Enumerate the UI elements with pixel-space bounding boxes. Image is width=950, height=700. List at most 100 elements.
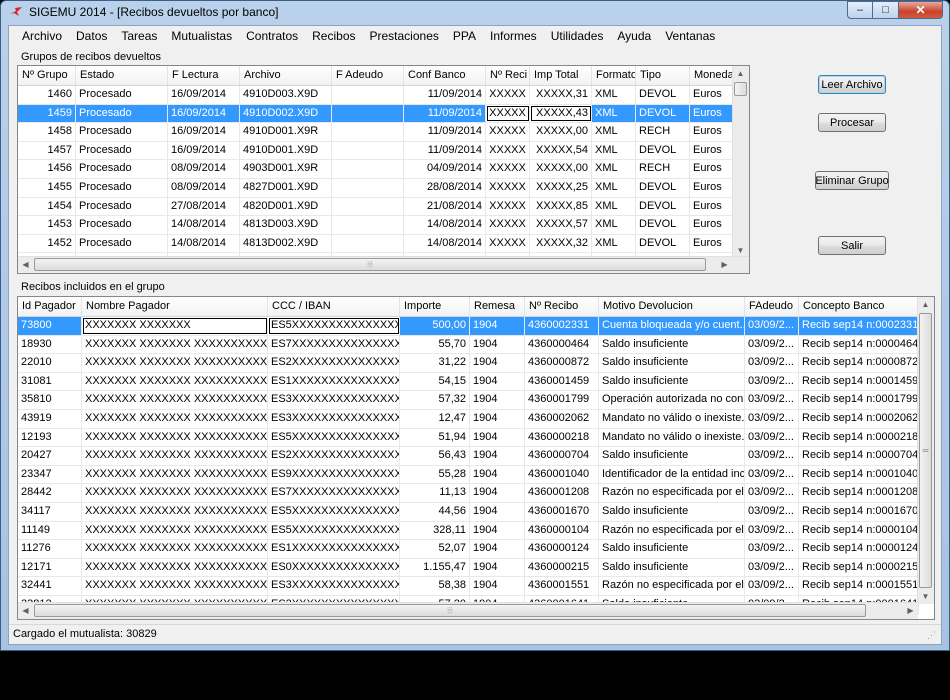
recibos-cell[interactable]: XXXXXXX XXXXXXX XXXXXXXXXX — [82, 465, 268, 484]
scroll-thumb[interactable] — [734, 82, 747, 96]
recibos-cell[interactable]: ES3XXXXXXXXXXXXXXX — [268, 409, 400, 428]
groups-cell[interactable]: 14/08/2014 — [404, 216, 486, 234]
recibos-cell[interactable]: 4360001799 — [525, 391, 599, 409]
recibos-cell[interactable]: 03/09/2... — [745, 558, 799, 577]
recibos-cell[interactable]: 1904 — [470, 558, 525, 577]
recibos-cell[interactable]: 03/09/2... — [745, 577, 799, 595]
groups-cell[interactable]: 14/08/2014 — [168, 234, 240, 253]
groups-cell[interactable]: 1452 — [18, 234, 76, 253]
groups-cell[interactable]: Procesado — [76, 160, 168, 178]
recibos-table-row[interactable]: 22010 XXXXXXX XXXXXXX XXXXXXXXXX ES2XXXXXX… — [18, 354, 919, 373]
recibos-cell[interactable]: 57,32 — [400, 391, 470, 409]
groups-cell[interactable]: XXXXX — [486, 104, 530, 123]
groups-cell[interactable]: 11/09/2014 — [404, 141, 486, 160]
recibos-column-header[interactable]: Remesa — [470, 297, 525, 316]
groups-cell[interactable]: XXXXX — [486, 234, 530, 253]
groups-cell[interactable]: Procesado — [76, 216, 168, 234]
groups-cell[interactable]: XML — [592, 216, 636, 234]
groups-cell[interactable] — [332, 141, 404, 160]
recibos-cell[interactable]: 03/09/2... — [745, 409, 799, 428]
recibos-cell[interactable]: 52,07 — [400, 540, 470, 558]
recibos-cell[interactable]: 1904 — [470, 391, 525, 409]
groups-cell[interactable] — [332, 197, 404, 216]
groups-vertical-scrollbar[interactable]: ▲ ▼ — [732, 66, 749, 258]
recibos-cell[interactable]: 32441 — [18, 577, 82, 595]
groups-cell[interactable]: Procesado — [76, 178, 168, 197]
recibos-cell[interactable]: 20427 — [18, 447, 82, 465]
groups-cell[interactable]: XML — [592, 234, 636, 253]
recibos-table-row[interactable]: 11276 XXXXXXX XXXXXXX XXXXXXXXXX ES1XXXXXX… — [18, 540, 919, 559]
recibos-column-header[interactable]: Concepto Banco — [799, 297, 919, 316]
menu-prestaciones[interactable]: Prestaciones — [363, 26, 446, 46]
recibos-cell[interactable]: Saldo insuficiente — [599, 540, 745, 558]
menu-contratos[interactable]: Contratos — [239, 26, 305, 46]
groups-cell[interactable]: DEVOL — [636, 197, 690, 216]
recibos-cell[interactable]: 1904 — [470, 447, 525, 465]
groups-cell[interactable]: 4903D001.X9R — [240, 160, 332, 178]
recibos-cell[interactable]: 03/09/2... — [745, 447, 799, 465]
groups-cell[interactable]: 11/09/2014 — [404, 104, 486, 123]
groups-cell[interactable]: Euros — [690, 160, 735, 178]
recibos-column-header[interactable]: Nombre Pagador — [82, 297, 268, 316]
groups-cell[interactable]: XXXXX,00 — [530, 123, 592, 141]
recibos-cell[interactable]: Mandato no válido o inexiste... — [599, 428, 745, 447]
groups-column-header[interactable]: Archivo — [240, 66, 332, 85]
recibos-cell[interactable]: 55,70 — [400, 335, 470, 354]
recibos-cell[interactable]: Recib sep14 n:0002062 V — [799, 409, 919, 428]
groups-cell[interactable]: XXXXX,85 — [530, 197, 592, 216]
recibos-cell[interactable]: 500,00 — [400, 317, 470, 335]
recibos-cell[interactable]: XXXXXXX XXXXXXX XXXXXXXXXX — [82, 372, 268, 391]
recibos-cell[interactable]: Recib sep14 n:0000215 V — [799, 558, 919, 577]
menu-mutualistas[interactable]: Mutualistas — [164, 26, 239, 46]
groups-cell[interactable]: XXXXX,54 — [530, 141, 592, 160]
groups-cell[interactable]: XXXXX,25 — [530, 178, 592, 197]
recibos-cell[interactable]: Recib sep14 n:0000104 V — [799, 521, 919, 540]
groups-column-header[interactable]: Nº Reci — [486, 66, 530, 85]
groups-cell[interactable]: Euros — [690, 178, 735, 197]
recibos-cell[interactable]: Razón no especificada por el... — [599, 521, 745, 540]
groups-cell[interactable]: Procesado — [76, 86, 168, 104]
recibos-cell[interactable]: 1904 — [470, 372, 525, 391]
recibos-cell[interactable]: 23347 — [18, 465, 82, 484]
recibos-table-row[interactable]: 32441 XXXXXXX XXXXXXX XXXXXXXXXX ES3XXXXXX… — [18, 577, 919, 596]
groups-cell[interactable]: RECH — [636, 160, 690, 178]
recibos-table-row[interactable]: 12171 XXXXXXX XXXXXXX XXXXXXXXXX ES0XXXXXX… — [18, 558, 919, 578]
recibos-cell[interactable]: 03/09/2... — [745, 317, 799, 335]
recibos-cell[interactable]: Recib sep14 n:0000872 V — [799, 354, 919, 372]
groups-column-header[interactable]: F Lectura — [168, 66, 240, 85]
recibos-cell[interactable]: Saldo insuficiente — [599, 354, 745, 372]
recibos-cell[interactable]: XXXXXXX XXXXXXX XXXXXXXXXX — [82, 428, 268, 447]
recibos-cell[interactable]: Saldo insuficiente — [599, 335, 745, 354]
groups-cell[interactable]: 4910D001.X9D — [240, 141, 332, 160]
recibos-cell[interactable]: 56,43 — [400, 447, 470, 465]
groups-column-header[interactable]: Formato — [592, 66, 636, 85]
recibos-column-header[interactable]: Motivo Devolucion — [599, 297, 745, 316]
recibos-cell[interactable]: 1904 — [470, 540, 525, 558]
recibos-cell[interactable]: 1904 — [470, 502, 525, 521]
groups-cell[interactable] — [332, 104, 404, 123]
recibos-cell[interactable]: ES3XXXXXXXXXXXXXXX — [268, 391, 400, 409]
recibos-cell[interactable]: Saldo insuficiente — [599, 372, 745, 391]
groups-cell[interactable]: 16/09/2014 — [168, 104, 240, 123]
title-bar[interactable]: SIGEMU 2014 - [Recibos devueltos por ban… — [1, 1, 949, 23]
groups-cell[interactable] — [332, 123, 404, 141]
scroll-thumb[interactable]: ⦙⦙⦙ — [34, 258, 706, 271]
recibos-table-row[interactable]: 11149 XXXXXXX XXXXXXX XXXXXXXXXX ES5XXXXXX… — [18, 521, 919, 541]
groups-cell[interactable]: 1459 — [18, 104, 76, 123]
groups-cell[interactable]: 4910D001.X9R — [240, 123, 332, 141]
recibos-cell[interactable]: Recib sep14 n:0001208 V — [799, 484, 919, 502]
groups-cell[interactable]: XXXXX,57 — [530, 216, 592, 234]
eliminar-grupo-button[interactable]: Eliminar Grupo — [815, 171, 889, 190]
groups-table-row[interactable]: 1454 Procesado 27/08/2014 4820D001.X9D 21/08… — [18, 197, 735, 217]
recibos-table-row[interactable]: 35810 XXXXXXX XXXXXXX XXXXXXXXXX ES3XXXXXX… — [18, 391, 919, 410]
groups-cell[interactable]: XML — [592, 141, 636, 160]
recibos-cell[interactable]: 1.155,47 — [400, 558, 470, 577]
recibos-cell[interactable]: 4360001040 — [525, 465, 599, 484]
recibos-column-header[interactable]: CCC / IBAN — [268, 297, 400, 316]
groups-cell[interactable]: XXXXX — [486, 123, 530, 141]
groups-cell[interactable]: Procesado — [76, 104, 168, 123]
groups-cell[interactable]: XXXXX — [486, 178, 530, 197]
recibos-cell[interactable]: 22010 — [18, 354, 82, 372]
groups-cell[interactable]: XML — [592, 178, 636, 197]
recibos-cell[interactable]: 11149 — [18, 521, 82, 540]
